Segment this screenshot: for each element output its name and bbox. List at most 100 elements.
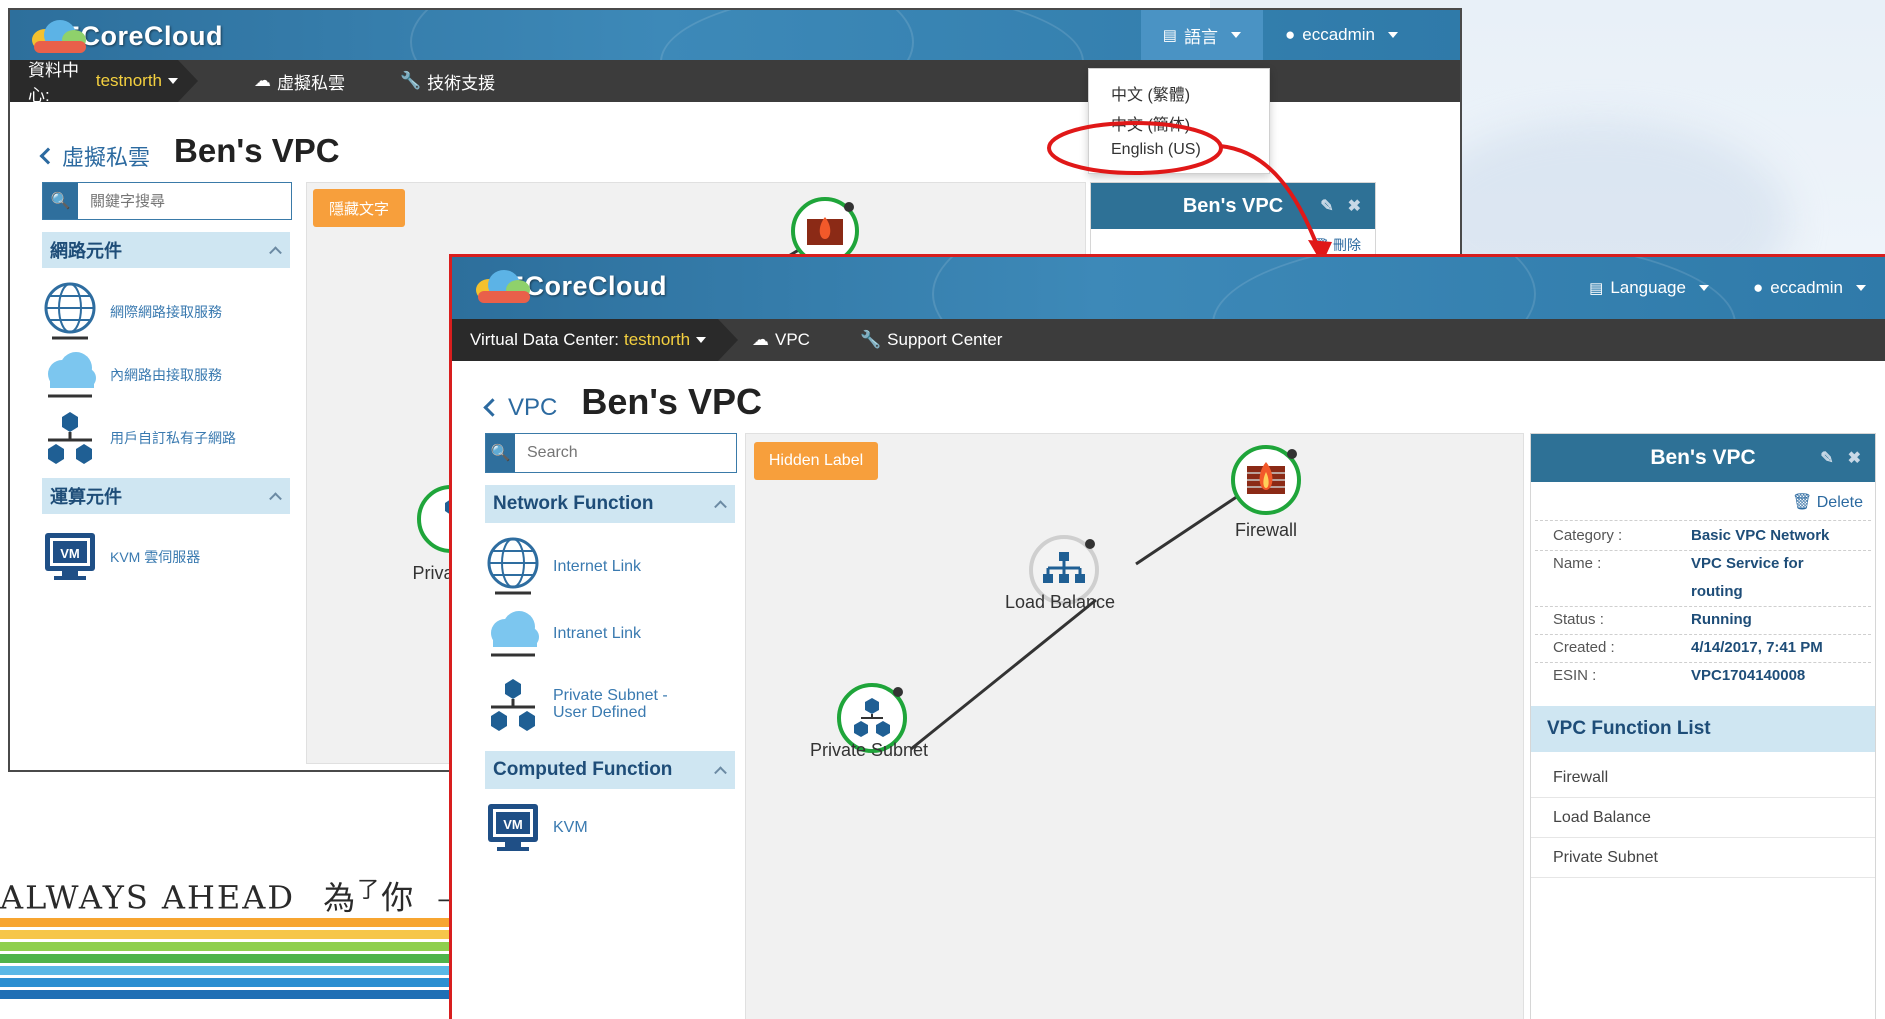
slogan-char: 你 [381, 878, 416, 917]
brand-logo[interactable]: ECoreCloud [28, 17, 223, 55]
search-input[interactable] [78, 183, 291, 219]
search-box: 🔍 [42, 182, 292, 220]
user-menu[interactable]: ● eccadmin [1731, 257, 1885, 319]
palette-item-label: Internet Link [553, 557, 642, 575]
book-icon: ▤ [1162, 27, 1177, 44]
vdc-selector[interactable]: Virtual Data Center: testnorth [452, 319, 738, 361]
nav-support-link[interactable]: 🔧 技術支援 [400, 60, 495, 102]
private-subnet-label: Private Subnet [809, 740, 929, 760]
vdc-label: Virtual Data Center: [470, 330, 619, 349]
nav-vpc-label: VPC [775, 330, 810, 349]
vdc-label: 資料中心: [28, 61, 79, 105]
slogan-english: ALWAYS AHEAD [0, 878, 296, 917]
vpc-info-panel: Ben's VPC ✎ ✖ 🗑 Delete Category : Basic V… [1530, 433, 1876, 1019]
palette-item-subnet[interactable]: Private Subnet - User Defined [485, 677, 683, 733]
nav-vpc-label: 虛擬私雲 [277, 73, 345, 93]
language-menu[interactable]: ▤ Language [1567, 257, 1731, 319]
palette-item-kvm[interactable]: VM KVM [485, 801, 588, 855]
back-link[interactable]: 虛擬私雲 [39, 140, 151, 172]
chevron-left-icon [483, 398, 502, 417]
brand-logo[interactable]: ECoreCloud [472, 267, 667, 305]
delete-link[interactable]: 🗑 Delete [1792, 492, 1863, 512]
load-balance-label: Load Balance [1004, 592, 1116, 612]
info-value: 4/14/2017, 7:41 PM [1691, 639, 1823, 656]
function-list-item[interactable]: Private Subnet [1531, 838, 1875, 878]
search-box: 🔍 [485, 433, 737, 473]
chevron-up-icon [269, 492, 282, 506]
search-icon: 🔍 [490, 445, 511, 462]
nav-support-label: 技術支援 [427, 73, 496, 93]
palette-item-subnet[interactable]: 用戶自訂私有子網路 [42, 410, 240, 466]
search-button[interactable]: 🔍 [43, 183, 78, 219]
trash-icon: 🗑 [1791, 494, 1813, 511]
info-key: Created : [1553, 639, 1615, 656]
user-icon: ● [1752, 278, 1764, 297]
back-link[interactable]: VPC [483, 393, 558, 422]
compute-section-label: 運算元件 [50, 487, 122, 507]
compute-section-header[interactable]: 運算元件 [42, 478, 290, 514]
search-input[interactable] [515, 434, 736, 472]
network-section-header[interactable]: Network Function [485, 485, 735, 523]
function-list-header: VPC Function List [1531, 706, 1875, 752]
compute-section-header[interactable]: Computed Function [485, 751, 735, 789]
info-key: Name : [1553, 555, 1602, 572]
cloud-network-icon [491, 611, 539, 657]
user-menu[interactable]: ● eccadmin [1263, 10, 1420, 60]
info-row-esin: ESIN : VPC1704140008 [1553, 662, 1863, 690]
svg-text:VM: VM [503, 817, 523, 832]
nav-vpc-link[interactable]: ☁ 虛擬私雲 [254, 60, 345, 102]
palette-item-label: 內網路由接取服務 [110, 366, 222, 383]
chevron-up-icon [714, 500, 727, 514]
network-section-header[interactable]: 網路元件 [42, 232, 290, 268]
topology-canvas[interactable]: Hidden Label Firewall Load Balance Priva… [745, 433, 1524, 1019]
chevron-up-icon [714, 766, 727, 780]
page-title: Ben's VPC [174, 132, 340, 169]
info-key: ESIN : [1553, 667, 1597, 684]
search-button[interactable]: 🔍 [486, 434, 515, 472]
nav-vpc-link[interactable]: ☁ VPC [752, 319, 810, 361]
info-row-category: Category : Basic VPC Network [1553, 522, 1863, 550]
palette-item-internet[interactable]: 網際網路接取服務 [42, 282, 222, 342]
page-header: VPC Ben's VPC [483, 381, 762, 423]
language-option-zh-tw[interactable]: 中文 (繁體) [1111, 81, 1190, 105]
wrench-icon: 🔧 [400, 71, 422, 90]
compute-section-label: Computed Function [493, 759, 673, 780]
nav-support-link[interactable]: 🔧 Support Center [860, 319, 1002, 361]
top-bar: ECoreCloud ▤ Language ● eccadmin [452, 257, 1885, 319]
highlight-annotation [1047, 121, 1332, 264]
back-link-label: VPC [508, 393, 558, 421]
edit-icon[interactable]: ✎ [1820, 448, 1833, 468]
cloud-logo-icon [28, 17, 90, 55]
wrench-icon: 🔧 [860, 330, 882, 349]
vm-monitor-icon: VM [45, 533, 95, 580]
vdc-value: testnorth [623, 330, 691, 349]
palette-item-kvm[interactable]: VM KVM 雲伺服器 [42, 530, 200, 584]
network-section-label: 網路元件 [50, 241, 122, 261]
firewall-label: Firewall [1234, 520, 1298, 540]
page-title: Ben's VPC [581, 381, 762, 422]
palette-item-intranet[interactable]: Intranet Link [485, 609, 641, 659]
decorative-stripes [0, 918, 450, 1006]
back-link-label: 虛擬私雲 [62, 145, 151, 170]
info-value: VPC Service for routing [1691, 555, 1804, 600]
palette-item-label: KVM 雲伺服器 [110, 548, 201, 565]
sub-nav-bar: Virtual Data Center: testnorth ☁ VPC 🔧 Sup… [452, 319, 1885, 361]
network-section-label: Network Function [493, 493, 654, 514]
info-row-status: Status : Running [1553, 606, 1863, 634]
top-bar: ECoreCloud ▤ 語言 ● eccadmin [10, 10, 1460, 60]
close-icon[interactable]: ✖ [1848, 448, 1861, 468]
globe-icon [44, 282, 96, 340]
cloud-icon: ☁ [254, 71, 271, 90]
user-menu-label: eccadmin [1770, 278, 1843, 297]
palette-item-intranet[interactable]: 內網路由接取服務 [42, 350, 222, 400]
palette-item-internet[interactable]: Internet Link [485, 537, 641, 597]
function-list-item[interactable]: Load Balance [1531, 798, 1875, 838]
firewall-node[interactable] [1228, 442, 1304, 523]
cloud-logo-icon [472, 267, 534, 305]
user-menu-label: eccadmin [1302, 25, 1375, 44]
vdc-selector[interactable]: 資料中心: testnorth [10, 60, 198, 105]
palette-item-label: Intranet Link [553, 624, 642, 642]
function-list-item[interactable]: Firewall [1531, 758, 1875, 798]
language-menu[interactable]: ▤ 語言 [1140, 10, 1263, 60]
info-key: Category : [1553, 527, 1623, 544]
